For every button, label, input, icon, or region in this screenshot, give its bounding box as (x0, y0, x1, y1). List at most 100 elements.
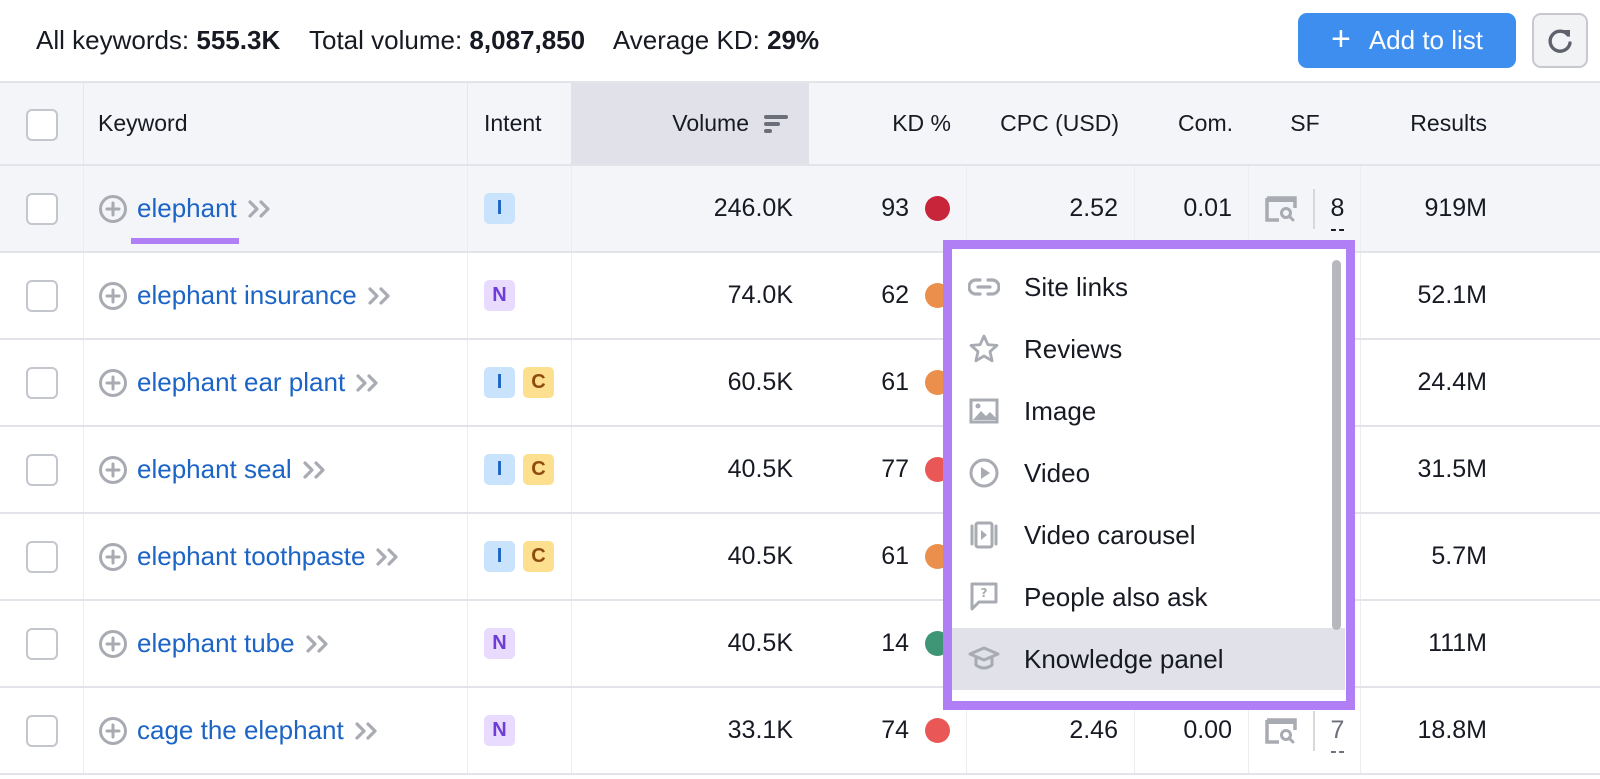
double-chevron-right-icon[interactable] (354, 720, 380, 742)
results-cell: 31.5M (1417, 455, 1487, 483)
add-keyword-icon[interactable] (98, 542, 128, 572)
row-checkbox[interactable] (25, 627, 58, 660)
row-checkbox[interactable] (25, 540, 58, 573)
serp-preview-icon[interactable] (1264, 195, 1297, 222)
sf-separator (1312, 710, 1315, 751)
keyword-cell: elephant toothpaste (84, 514, 468, 599)
link-icon (968, 271, 1000, 303)
table-row: elephant seal I C 40.5K 77 31.5M (0, 427, 1600, 514)
keyword-cell: elephant insurance (84, 253, 468, 338)
intent-badge-I: I (484, 541, 515, 572)
keyword-link[interactable]: elephant toothpaste (137, 541, 365, 572)
column-header-kd[interactable]: KD % (809, 83, 967, 164)
intent-badge-C: C (523, 367, 554, 398)
all-keywords-value: 555.3K (196, 25, 281, 55)
intent-badge-N: N (484, 280, 515, 311)
plus-icon: + (1330, 20, 1351, 58)
column-header-results[interactable]: Results (1361, 83, 1487, 164)
dropdown-scrollbar[interactable] (1332, 260, 1341, 630)
intent-cell: N (468, 253, 571, 338)
table-row: elephant tube N 40.5K 14 111M (0, 601, 1600, 688)
column-header-intent[interactable]: Intent (468, 83, 571, 164)
kd-value: 62 (881, 281, 909, 309)
add-keyword-icon[interactable] (98, 629, 128, 659)
total-volume-value: 8,087,850 (469, 25, 586, 55)
cpc-cell: 2.52 (967, 166, 1135, 251)
serp-features-dropdown: Site links Reviews Image Video Video carouse… (943, 240, 1355, 710)
intent-badge-I: I (484, 367, 515, 398)
svg-text:?: ? (981, 586, 988, 600)
intent-cell: N (468, 688, 571, 773)
keyword-link[interactable]: cage the elephant (137, 715, 344, 746)
keyword-link[interactable]: elephant insurance (137, 280, 357, 311)
serp-feature-item[interactable]: Video (952, 442, 1331, 504)
column-header-sf[interactable]: SF (1249, 83, 1361, 164)
table-row: elephant I 246.0K 93 2.52 0.01 8 919M (0, 166, 1600, 253)
double-chevron-right-icon[interactable] (375, 546, 401, 568)
add-keyword-icon[interactable] (98, 455, 128, 485)
keyword-cell: cage the elephant (84, 688, 468, 773)
serp-feature-item[interactable]: Reviews (952, 318, 1331, 380)
star-icon (968, 333, 1000, 365)
serp-feature-item[interactable]: Image (952, 380, 1331, 442)
column-header-keyword[interactable]: Keyword (84, 83, 468, 164)
kd-value: 61 (881, 368, 909, 396)
serp-feature-item[interactable]: Site links (952, 256, 1331, 318)
keyword-link[interactable]: elephant seal (137, 454, 292, 485)
refresh-button[interactable] (1532, 13, 1588, 68)
serp-feature-label: Knowledge panel (1024, 643, 1224, 674)
serp-feature-label: Video carousel (1024, 519, 1196, 550)
add-keyword-icon[interactable] (98, 194, 128, 224)
add-keyword-icon[interactable] (98, 281, 128, 311)
column-header-cpc[interactable]: CPC (USD) (967, 83, 1135, 164)
double-chevron-right-icon[interactable] (305, 633, 331, 655)
serp-feature-item[interactable]: Video carousel (952, 504, 1331, 566)
competition-cell: 0.01 (1135, 166, 1249, 251)
column-header-volume[interactable]: Volume (571, 83, 809, 164)
kd-indicator-dot (925, 718, 950, 743)
column-header-com[interactable]: Com. (1135, 83, 1249, 164)
kd-value: 61 (881, 542, 909, 570)
keyword-cell: elephant tube (84, 601, 468, 686)
kd-value: 93 (881, 194, 909, 222)
serp-feature-label: People also ask (1024, 581, 1208, 612)
double-chevron-right-icon[interactable] (355, 372, 381, 394)
double-chevron-right-icon[interactable] (367, 285, 393, 307)
volume-cell: 33.1K (571, 688, 809, 773)
keyword-cell: elephant seal (84, 427, 468, 512)
row-checkbox[interactable] (25, 366, 58, 399)
double-chevron-right-icon[interactable] (302, 459, 328, 481)
keyword-link[interactable]: elephant tube (137, 628, 295, 659)
sort-descending-icon (764, 114, 788, 133)
intent-cell: IC (468, 427, 571, 512)
keyword-link[interactable]: elephant (131, 193, 239, 244)
serp-feature-item[interactable]: Knowledge panel (952, 628, 1345, 690)
double-chevron-right-icon[interactable] (247, 198, 273, 220)
table-header: Keyword Intent Volume KD % CPC (USD) Com… (0, 81, 1600, 166)
results-cell: 18.8M (1417, 716, 1487, 744)
row-checkbox[interactable] (25, 192, 58, 225)
select-all-checkbox[interactable] (25, 108, 58, 141)
video-carousel-icon (968, 519, 1000, 551)
volume-cell: 40.5K (571, 427, 809, 512)
add-to-list-button[interactable]: + Add to list (1298, 13, 1516, 68)
serp-preview-icon[interactable] (1264, 717, 1297, 744)
sf-count[interactable]: 7 (1330, 716, 1344, 753)
volume-cell: 60.5K (571, 340, 809, 425)
intent-badge-C: C (523, 454, 554, 485)
keyword-link[interactable]: elephant ear plant (137, 367, 345, 398)
intent-cell: IC (468, 340, 571, 425)
results-cell: 111M (1428, 629, 1487, 657)
row-checkbox[interactable] (25, 714, 58, 747)
add-keyword-icon[interactable] (98, 368, 128, 398)
keyword-cell: elephant (84, 166, 468, 251)
row-checkbox[interactable] (25, 453, 58, 486)
kd-value: 74 (881, 716, 909, 744)
add-keyword-icon[interactable] (98, 716, 128, 746)
total-volume-label: Total volume: (309, 25, 463, 55)
sf-cell: 8 (1249, 166, 1361, 251)
sf-count[interactable]: 8 (1330, 194, 1344, 231)
serp-feature-label: Video (1024, 457, 1091, 488)
serp-feature-item[interactable]: ? People also ask (952, 566, 1331, 628)
row-checkbox[interactable] (25, 279, 58, 312)
